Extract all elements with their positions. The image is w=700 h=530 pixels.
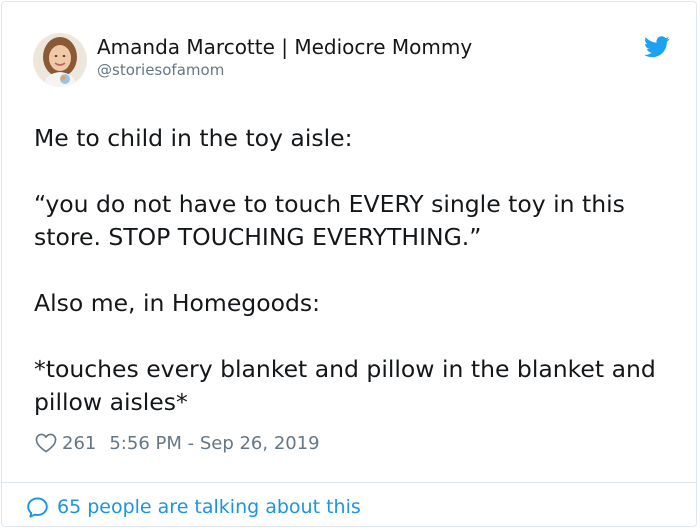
tweet-paragraph: Also me, in Homegoods:: [34, 289, 321, 317]
like-count[interactable]: 261: [62, 433, 96, 454]
author-handle[interactable]: @storiesofamom: [97, 60, 224, 80]
twitter-bird-icon[interactable]: [644, 36, 670, 58]
author-display-name[interactable]: Amanda Marcotte | Mediocre Mommy: [97, 34, 472, 60]
tweet-card: Amanda Marcotte | Mediocre Mommy @storie…: [1, 1, 697, 527]
conversation-link[interactable]: 65 people are talking about this: [26, 493, 361, 521]
tweet-text: Me to child in the toy aisle: “you do no…: [34, 122, 684, 419]
speech-bubble-icon: [27, 496, 48, 518]
tweet-paragraph: *touches every blanket and pillow in the…: [34, 355, 656, 416]
footer-divider: [2, 482, 696, 483]
tweet-meta: 261 5:56 PM - Sep 26, 2019: [35, 431, 320, 455]
conversation-label[interactable]: 65 people are talking about this: [57, 496, 361, 518]
tweet-timestamp[interactable]: 5:56 PM - Sep 26, 2019: [109, 433, 319, 454]
tweet-paragraph: “you do not have to touch EVERY single t…: [34, 190, 625, 251]
avatar-photo-icon: [33, 33, 87, 87]
avatar[interactable]: [33, 33, 87, 87]
tweet-paragraph: Me to child in the toy aisle:: [34, 124, 353, 152]
heart-outline-icon[interactable]: [35, 433, 57, 453]
